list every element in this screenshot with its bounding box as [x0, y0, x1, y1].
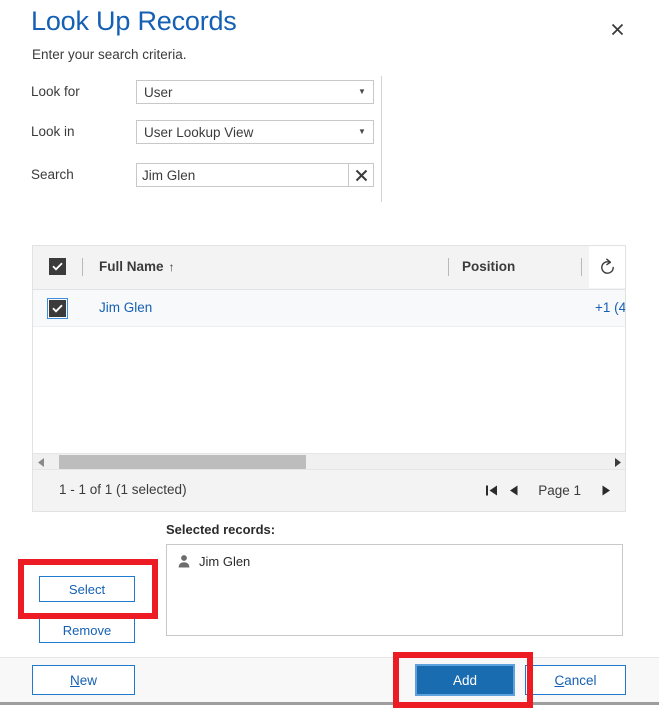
grid-footer: 1 - 1 of 1 (1 selected) Page 1	[33, 469, 625, 511]
search-field-wrap	[136, 163, 374, 187]
look-in-value: User Lookup View	[144, 124, 254, 140]
horizontal-scrollbar[interactable]	[33, 453, 625, 470]
scrollbar-thumb[interactable]	[59, 455, 306, 469]
prev-page-icon[interactable]	[502, 470, 524, 511]
pagination: Page 1	[480, 470, 617, 511]
triangle-left-icon[interactable]	[33, 454, 49, 470]
first-page-icon[interactable]	[480, 470, 502, 511]
search-label: Search	[31, 167, 74, 182]
column-header-position-label: Position	[462, 259, 516, 274]
record-count-text: 1 - 1 of 1 (1 selected)	[59, 482, 187, 497]
chevron-down-icon: ▼	[358, 87, 366, 96]
arrow-up-icon: ↑	[168, 260, 175, 274]
cancel-button-label: ancel	[564, 672, 597, 688]
chevron-down-icon: ▼	[358, 127, 366, 136]
row-checkbox[interactable]	[47, 298, 68, 319]
table-row[interactable]: Jim Glen +1 (4	[33, 290, 625, 327]
column-separator	[82, 258, 83, 276]
add-button[interactable]: Add	[415, 664, 515, 696]
new-button[interactable]: New	[32, 665, 135, 695]
column-separator	[448, 258, 449, 276]
look-in-select[interactable]: User Lookup View ▼	[136, 120, 374, 144]
selected-record-name: Jim Glen	[199, 553, 251, 569]
dialog-subtitle: Enter your search criteria.	[32, 47, 187, 62]
cancel-button[interactable]: Cancel	[525, 665, 626, 695]
close-icon[interactable]	[605, 17, 629, 41]
list-item[interactable]: Jim Glen	[175, 552, 250, 570]
grid-body: Jim Glen +1 (4	[33, 290, 625, 470]
refresh-icon[interactable]	[589, 246, 625, 288]
search-input[interactable]	[137, 164, 348, 186]
selected-records-label: Selected records:	[166, 522, 276, 537]
grid-header-row: Full Name↑ Position I	[33, 246, 625, 290]
select-button[interactable]: Select	[39, 576, 135, 602]
cancel-button-accel: C	[554, 672, 565, 688]
column-header-full-name[interactable]: Full Name ↑	[99, 259, 175, 274]
user-icon	[175, 552, 193, 570]
remove-button[interactable]: Remove	[39, 617, 135, 643]
results-grid: Full Name↑ Position I Jim Glen +	[32, 245, 626, 512]
select-all-checkbox[interactable]	[49, 258, 66, 275]
new-button-label: ew	[79, 672, 97, 688]
page-label: Page 1	[538, 483, 581, 498]
cell-position[interactable]: +1 (4	[595, 300, 625, 315]
cell-full-name[interactable]: Jim Glen	[99, 300, 152, 315]
search-criteria: Look for User ▼ Look in User Lookup View…	[0, 76, 659, 202]
look-for-value: User	[144, 84, 173, 100]
new-button-accel: N	[69, 672, 80, 688]
column-header-position[interactable]: Position	[462, 259, 515, 274]
page-title: Look Up Records	[31, 6, 237, 36]
look-for-label: Look for	[31, 84, 80, 99]
look-for-select[interactable]: User ▼	[136, 80, 374, 104]
next-page-icon[interactable]	[595, 470, 617, 511]
column-separator	[581, 258, 582, 276]
triangle-right-icon[interactable]	[609, 454, 625, 470]
selected-records-box[interactable]: Jim Glen	[166, 544, 623, 636]
clear-x-icon[interactable]	[348, 164, 373, 186]
column-header-full-name-label: Full Name	[99, 259, 164, 274]
look-in-label: Look in	[31, 124, 75, 139]
criteria-divider	[381, 76, 382, 202]
dialog-header: Look Up Records Enter your search criter…	[0, 0, 659, 72]
